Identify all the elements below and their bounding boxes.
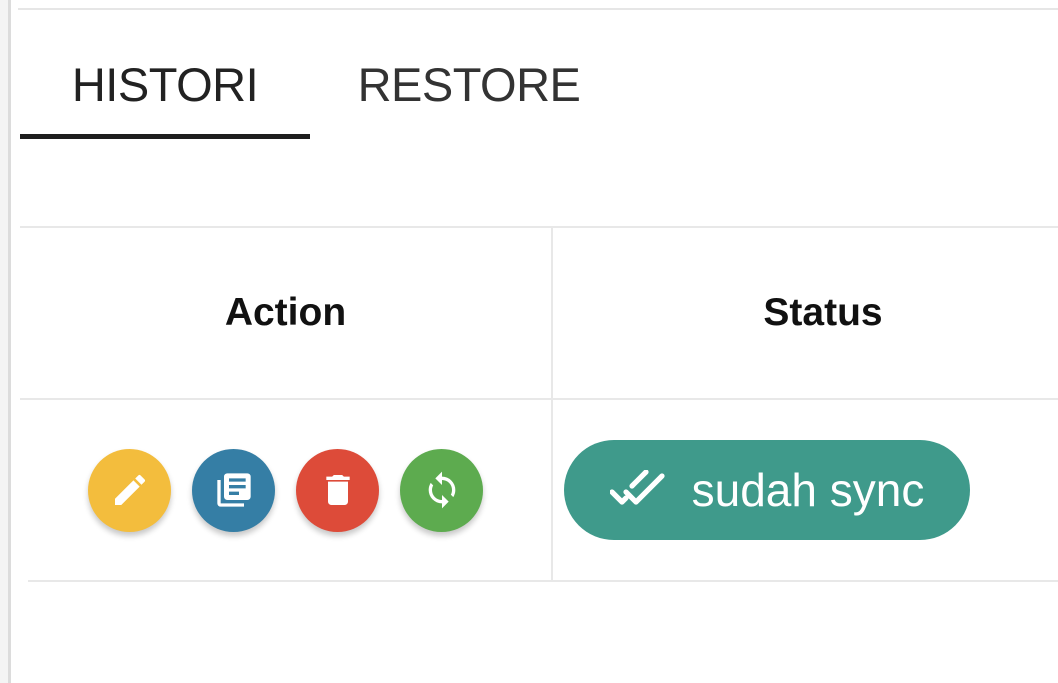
delete-button[interactable] — [296, 448, 379, 532]
tab-histori[interactable]: HISTORI — [20, 30, 310, 138]
copy-document-icon — [216, 473, 251, 507]
status-cell: sudah sync — [553, 400, 1058, 580]
double-check-icon — [609, 470, 665, 505]
edit-button[interactable] — [88, 448, 171, 532]
copy-button[interactable] — [192, 448, 275, 532]
sync-button[interactable] — [400, 448, 483, 532]
column-header-status: Status — [763, 291, 883, 334]
tab-restore[interactable]: RESTORE — [338, 30, 600, 138]
column-header-action: Action — [224, 291, 347, 334]
pencil-icon — [114, 474, 145, 505]
status-label: sudah sync — [691, 464, 925, 516]
tab-bar: HISTORI RESTORE — [20, 30, 1058, 142]
action-buttons-cell — [20, 400, 551, 580]
table-divider — [28, 580, 1058, 582]
sync-icon — [428, 471, 455, 509]
top-border — [18, 0, 1058, 12]
left-border — [0, 0, 18, 683]
active-tab-indicator — [20, 134, 310, 139]
history-table: Action Status sudah sync — [20, 226, 1058, 582]
app-frame: HISTORI RESTORE Action Status sudah sync — [0, 0, 1058, 683]
trash-icon — [325, 475, 350, 505]
status-badge: sudah sync — [564, 440, 970, 540]
